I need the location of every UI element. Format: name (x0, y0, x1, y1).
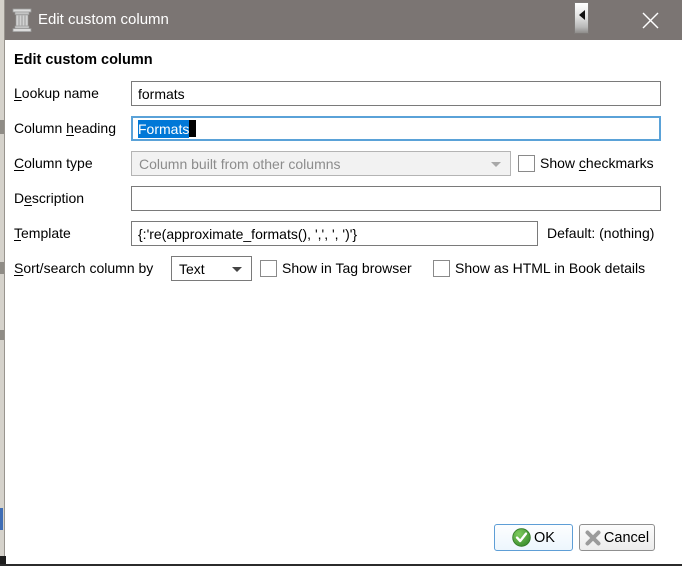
ok-button[interactable]: OK (494, 524, 573, 551)
column-heading-label: Column heading (14, 120, 116, 136)
edit-custom-column-dialog: Edit custom column Edit custom column Lo… (0, 0, 682, 566)
show-as-html-checkbox[interactable] (433, 260, 450, 277)
edge-tick (0, 330, 4, 340)
lookup-name-input[interactable] (131, 81, 661, 106)
dialog-heading: Edit custom column (14, 52, 153, 68)
column-type-label: Column type (14, 155, 93, 171)
sort-by-dropdown[interactable]: Text (171, 256, 252, 281)
show-as-html-label: Show as HTML in Book details (455, 260, 646, 276)
check-circle-icon (512, 528, 531, 547)
arrow-left-icon (578, 10, 585, 20)
background-window-edge (0, 0, 5, 566)
text-caret (189, 120, 197, 137)
close-icon (642, 12, 658, 28)
show-checkmarks-label: Show checkmarks (540, 155, 654, 171)
scrollbar-artifact[interactable] (574, 2, 589, 34)
chevron-down-icon (491, 162, 501, 167)
template-label: Template (14, 225, 71, 241)
selected-text: Formats (138, 119, 190, 138)
template-default-note: Default: (nothing) (547, 225, 655, 241)
column-type-value: Column built from other columns (139, 155, 341, 172)
description-label: Description (14, 190, 85, 206)
column-type-dropdown: Column built from other columns (131, 151, 511, 176)
show-checkmarks-checkbox[interactable] (518, 155, 535, 172)
cancel-button-label: Cancel (603, 529, 650, 546)
x-icon (585, 530, 601, 545)
show-in-tag-browser-label: Show in Tag browser (282, 260, 412, 276)
edge-tick (0, 120, 4, 134)
window-title: Edit custom column (38, 11, 169, 28)
edge-tick (0, 262, 4, 274)
sort-search-label: Sort/search column by (14, 260, 154, 276)
cancel-button[interactable]: Cancel (579, 524, 655, 551)
ok-button-label: OK (534, 529, 555, 546)
column-heading-input[interactable]: Formats (131, 116, 661, 141)
sort-by-value: Text (179, 260, 205, 277)
description-input[interactable] (131, 186, 661, 211)
show-in-tag-browser-checkbox[interactable] (260, 260, 277, 277)
template-input[interactable] (131, 221, 538, 246)
calibre-column-icon (12, 8, 32, 32)
close-button[interactable] (630, 0, 670, 40)
background-window-sliver (0, 508, 3, 530)
chevron-down-icon (232, 267, 242, 272)
lookup-name-label: Lookup name (14, 85, 99, 101)
